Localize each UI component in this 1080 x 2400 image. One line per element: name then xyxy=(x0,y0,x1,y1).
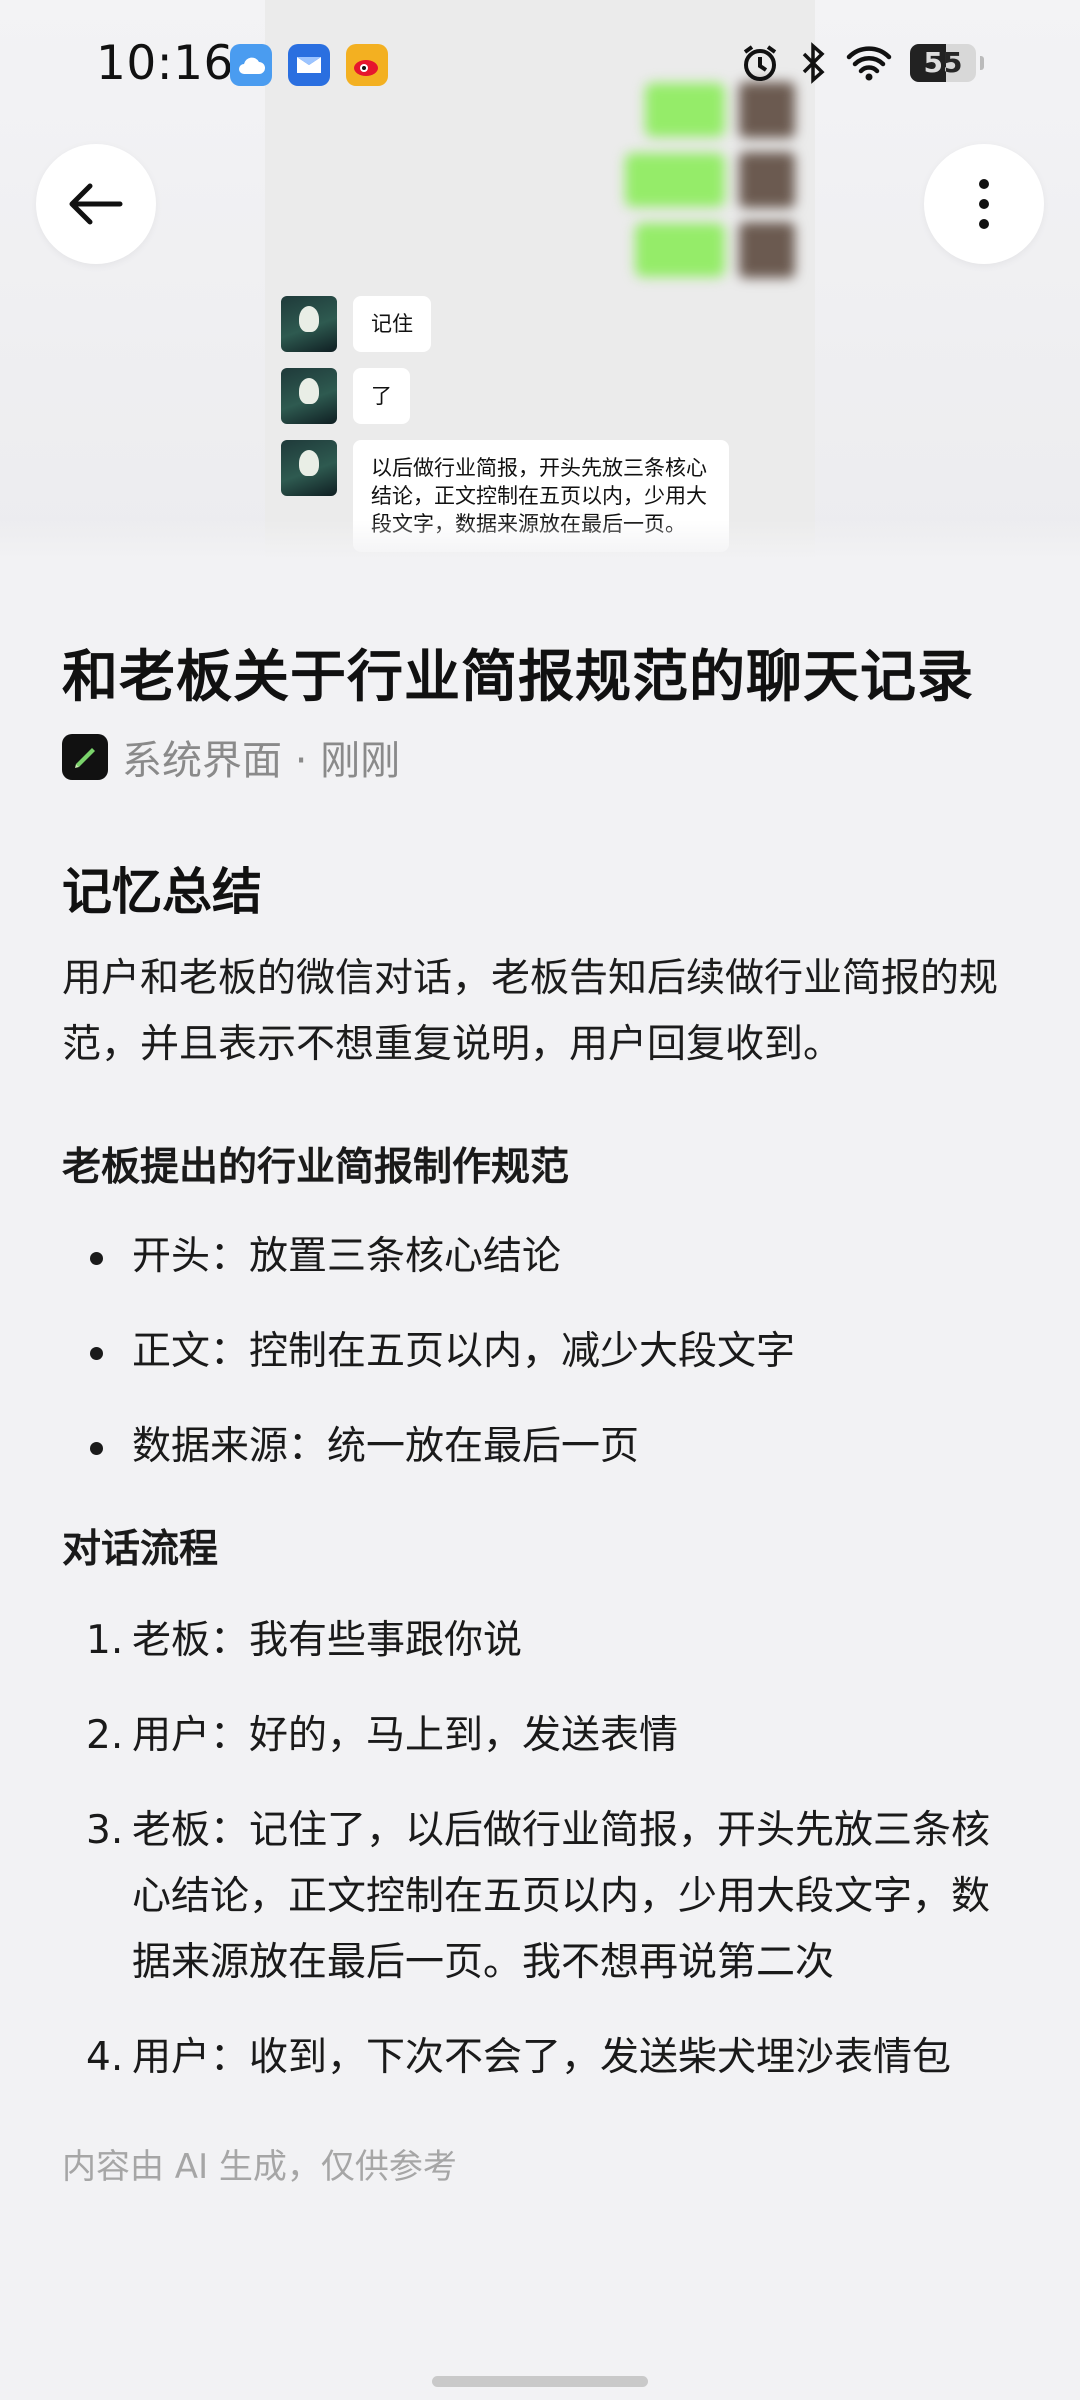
item-text: 用户：收到，下次不会了，发送柴犬埋沙表情包 xyxy=(132,2035,952,2080)
page-title: 和老板关于行业简报规范的聊天记录 xyxy=(62,645,974,710)
battery-level: 55 xyxy=(923,46,963,79)
summary-body: 用户和老板的微信对话，老板告知后续做行业简报的规范，并且表示不想重复说明，用户回… xyxy=(62,956,999,1067)
weibo-icon xyxy=(346,44,388,86)
mail-icon xyxy=(288,44,330,86)
ai-disclaimer: 内容由 AI 生成，仅供参考 xyxy=(62,2147,457,2187)
flow-list: 1. 老板：我有些事跟你说 2. 用户：好的，马上到，发送表情 3. 老板：记住了，以… xyxy=(62,1608,1022,2091)
list-item: 1. 老板：我有些事跟你说 xyxy=(62,1608,1022,1674)
avatar xyxy=(281,440,337,496)
item-number: 1. xyxy=(86,1618,124,1663)
wifi-icon xyxy=(846,46,892,81)
item-number: 4. xyxy=(86,2035,124,2080)
item-number: 3. xyxy=(86,1808,124,1853)
chat-message: 记住 xyxy=(281,296,431,352)
chat-message: 了 xyxy=(281,368,410,424)
message-bubble: 了 xyxy=(353,368,410,424)
cloud-icon xyxy=(230,44,272,86)
blurred-message xyxy=(635,222,795,278)
home-indicator[interactable] xyxy=(432,2376,648,2387)
avatar xyxy=(281,368,337,424)
status-bar: 10:16 55 xyxy=(0,0,1080,130)
more-options-button[interactable] xyxy=(924,144,1044,264)
rules-heading: 老板提出的行业简报制作规范 xyxy=(62,1145,570,1190)
system-ui-icon xyxy=(62,734,108,780)
blurred-message xyxy=(625,152,795,208)
battery-icon: 55 xyxy=(910,44,976,82)
flow-heading: 对话流程 xyxy=(62,1527,219,1572)
memory-detail-content: 和老板关于行业简报规范的聊天记录 系统界面 · 刚刚 记忆总结 用户和老板的微信… xyxy=(62,640,1022,2188)
source-text: 系统界面 · 刚刚 xyxy=(122,738,401,784)
list-item: 数据来源：统一放在最后一页 xyxy=(62,1416,1022,1478)
preview-fade xyxy=(0,520,1080,560)
avatar xyxy=(281,296,337,352)
back-button[interactable] xyxy=(36,144,156,264)
status-time: 10:16 xyxy=(96,36,234,91)
status-indicators: 55 xyxy=(740,42,984,84)
source-line: 系统界面 · 刚刚 xyxy=(62,728,1022,786)
list-item: 3. 老板：记住了，以后做行业简报，开头先放三条核心结论，正文控制在五页以内，少用… xyxy=(62,1798,1022,1996)
rules-list: 开头：放置三条核心结论 正文：控制在五页以内，减少大段文字 数据来源：统一放在最… xyxy=(62,1226,1022,1478)
item-text: 老板：记住了，以后做行业简报，开头先放三条核心结论，正文控制在五页以内，少用大段… xyxy=(132,1808,991,1985)
list-item: 开头：放置三条核心结论 xyxy=(62,1226,1022,1288)
item-text: 用户：好的，马上到，发送表情 xyxy=(132,1713,679,1758)
alarm-icon xyxy=(743,45,777,81)
list-item: 4. 用户：收到，下次不会了，发送柴犬埋沙表情包 xyxy=(62,2025,1022,2091)
battery-tip xyxy=(980,56,984,70)
bluetooth-icon xyxy=(802,42,825,84)
item-text: 老板：我有些事跟你说 xyxy=(132,1618,523,1663)
item-number: 2. xyxy=(86,1713,124,1758)
message-bubble: 记住 xyxy=(353,296,431,352)
list-item: 2. 用户：好的，马上到，发送表情 xyxy=(62,1703,1022,1769)
summary-heading: 记忆总结 xyxy=(62,863,262,921)
list-item: 正文：控制在五页以内，减少大段文字 xyxy=(62,1321,1022,1383)
back-arrow-icon xyxy=(69,183,123,225)
more-vertical-icon xyxy=(979,179,989,229)
notification-icons xyxy=(230,44,388,86)
